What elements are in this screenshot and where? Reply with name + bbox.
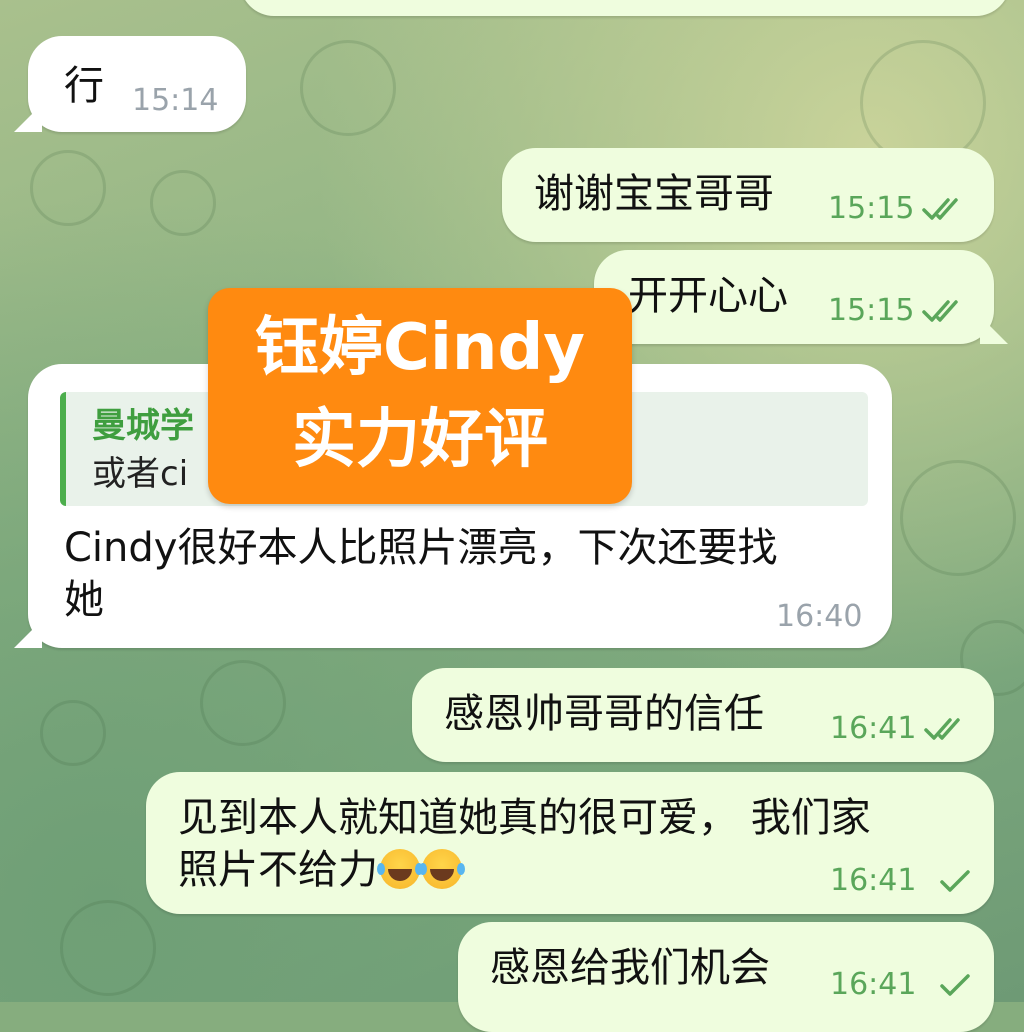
background-doodle (200, 660, 286, 746)
promo-overlay-label: 钰婷Cindy 实力好评 (208, 288, 632, 504)
message-bubble-outgoing[interactable]: 感恩给我们机会 16:41 (458, 922, 994, 1032)
background-doodle (30, 150, 106, 226)
face-with-tears-of-joy-icon (419, 849, 462, 889)
background-doodle (900, 460, 1016, 576)
reply-sender-name: 曼城学 (92, 406, 194, 446)
message-text: 开开心心 (628, 273, 788, 319)
single-check-icon (940, 974, 970, 996)
message-text: 感恩给我们机会 (490, 945, 770, 991)
message-text: 她 (64, 577, 104, 623)
message-time: 15:15 (828, 191, 915, 226)
message-text: Cindy很好本人比照片漂亮，下次还要找 (64, 525, 778, 571)
message-bubble-incoming[interactable]: 行 15:14 (28, 36, 246, 132)
message-time: 16:41 (830, 967, 917, 1002)
message-text: 感恩帅哥哥的信任 (444, 691, 764, 737)
message-text: 照片不给力 (178, 847, 378, 893)
overlay-title: 钰婷Cindy (255, 311, 585, 385)
message-text: 见到本人就知道她真的很可爱， 我们家 (178, 795, 871, 841)
reply-text: 或者ci (92, 454, 189, 494)
message-time: 15:15 (828, 293, 915, 328)
background-doodle (150, 170, 216, 236)
overlay-subtitle: 实力好评 (292, 403, 548, 477)
background-doodle (300, 40, 396, 136)
double-check-icon (922, 300, 958, 322)
background-doodle (40, 700, 106, 766)
message-bubble-outgoing[interactable]: 谢谢宝宝哥哥 15:15 (502, 148, 994, 242)
message-bubble-partial[interactable] (240, 0, 1010, 16)
message-bubble-outgoing[interactable]: 感恩帅哥哥的信任 16:41 (412, 668, 994, 762)
message-text: 谢谢宝宝哥哥 (534, 171, 774, 217)
single-check-icon (940, 870, 970, 892)
double-check-icon (922, 198, 958, 220)
double-check-icon (924, 718, 960, 740)
face-with-tears-of-joy-icon (377, 849, 420, 889)
message-bubble-outgoing[interactable]: 见到本人就知道她真的很可爱， 我们家 照片不给力 16:41 (146, 772, 994, 914)
message-time: 16:41 (830, 711, 917, 746)
message-time: 15:14 (132, 83, 219, 118)
message-time: 16:40 (776, 599, 863, 634)
message-text: 行 (64, 63, 104, 109)
message-bubble-outgoing[interactable]: 开开心心 15:15 (594, 250, 994, 344)
background-doodle (60, 900, 156, 996)
message-text-line2: 照片不给力 (178, 844, 462, 896)
message-time: 16:41 (830, 863, 917, 898)
